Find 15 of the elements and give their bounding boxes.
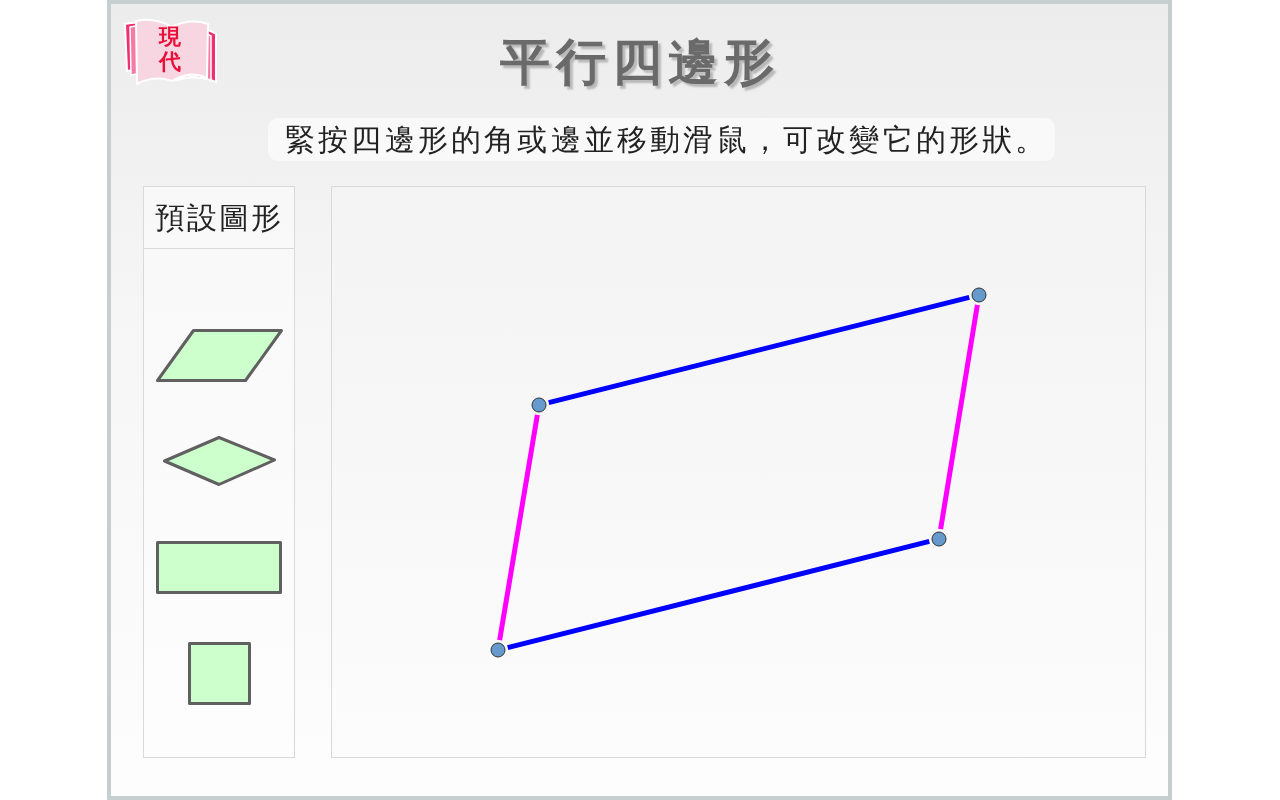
- vertex-handle[interactable]: [531, 397, 547, 413]
- vertex-handle[interactable]: [971, 287, 987, 303]
- panel-title: 預設圖形: [144, 187, 294, 249]
- page-title: 平行四邊形: [499, 33, 780, 92]
- parallelogram-icon[interactable]: [155, 328, 283, 382]
- rectangle-icon[interactable]: [156, 540, 282, 594]
- side-line[interactable]: [548, 295, 970, 405]
- vertex-handle[interactable]: [931, 531, 947, 547]
- vertex-handle[interactable]: [490, 642, 506, 658]
- side-line[interactable]: [507, 539, 930, 650]
- book-logo-icon: [122, 18, 218, 86]
- rhombus-icon[interactable]: [162, 436, 276, 486]
- logo-text: 現代: [159, 24, 181, 75]
- instruction-text: 緊按四邊形的角或邊並移動滑鼠，可改變它的形狀。: [268, 118, 1055, 161]
- square-icon[interactable]: [187, 641, 251, 705]
